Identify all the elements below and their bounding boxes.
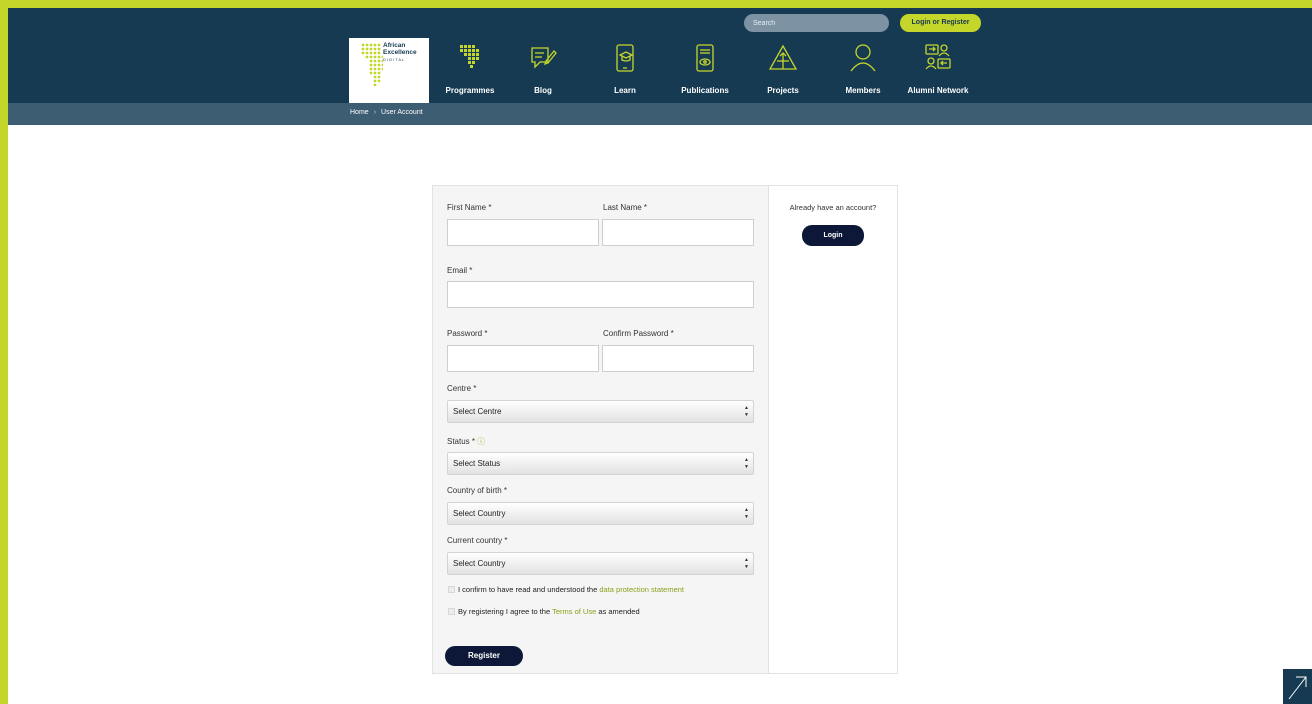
status-select[interactable]: Select Status ▲ ▼ [447, 452, 754, 475]
nav-projects[interactable]: Projects [758, 43, 808, 98]
terms-checkbox[interactable] [448, 608, 455, 615]
blog-icon [531, 47, 557, 69]
nav-members[interactable]: Members [838, 43, 888, 98]
select-arrows-icon: ▲ ▼ [744, 457, 749, 470]
projects-icon [768, 44, 798, 70]
registration-form: First Name * Last Name * Email * Passwor… [433, 186, 769, 673]
data-protection-text: I confirm to have read and understood th… [458, 585, 684, 594]
arrow-up-icon [1288, 676, 1307, 700]
page: Login or Register African [8, 8, 1312, 704]
country-of-birth-label: Country of birth * [447, 486, 508, 495]
centre-label: Centre * [447, 384, 477, 393]
password-field[interactable] [447, 345, 599, 372]
status-select-value: Select Status [453, 459, 501, 468]
terms-of-use-link[interactable]: Terms of Use [552, 607, 596, 616]
first-name-label: First Name * [447, 203, 492, 212]
nav-label: Learn [614, 86, 636, 95]
logo-subtitle: DIGITAL [383, 57, 406, 62]
select-arrows-icon: ▲ ▼ [744, 507, 749, 520]
nav-label: Programmes [445, 86, 495, 95]
africa-dots-logo-icon [361, 43, 383, 87]
login-or-register-button[interactable]: Login or Register [900, 14, 981, 32]
nav-alumni-network[interactable]: Alumni Network [900, 43, 976, 98]
first-name-field[interactable] [447, 219, 599, 246]
select-arrows-icon: ▲ ▼ [744, 405, 749, 418]
data-protection-checkbox[interactable] [448, 586, 455, 593]
select-arrows-icon: ▲ ▼ [744, 557, 749, 570]
login-button[interactable]: Login [802, 225, 864, 246]
terms-text: By registering I agree to the Terms of U… [458, 607, 640, 616]
registration-card: First Name * Last Name * Email * Passwor… [432, 185, 898, 674]
breadcrumb-current: User Account [381, 109, 423, 116]
site-header: Login or Register African [8, 8, 1312, 103]
last-name-label: Last Name * [603, 203, 648, 212]
confirm-password-label: Confirm Password * [603, 329, 674, 338]
search-input[interactable] [744, 14, 889, 32]
last-name-field[interactable] [602, 219, 754, 246]
nav-label: Blog [534, 86, 552, 95]
breadcrumb: Home › User Account [350, 109, 423, 116]
status-label: Status * ⓘ [447, 437, 486, 446]
nav-label: Projects [767, 86, 799, 95]
nav-label: Members [845, 86, 881, 95]
nav-programmes[interactable]: Programmes [440, 43, 500, 98]
password-label: Password * [447, 329, 488, 338]
site-logo[interactable]: African Excellence DIGITAL [349, 38, 429, 103]
current-country-value: Select Country [453, 559, 506, 568]
logo-wordmark: African Excellence [383, 42, 417, 56]
already-have-account-text: Already have an account? [789, 203, 877, 212]
centre-select-value: Select Centre [453, 407, 502, 416]
nav-publications[interactable]: Publications [670, 43, 740, 98]
learn-icon [616, 44, 634, 72]
breadcrumb-separator: › [373, 109, 377, 116]
register-button[interactable]: Register [445, 646, 523, 666]
alumni-network-icon [925, 44, 951, 70]
current-country-select[interactable]: Select Country ▲ ▼ [447, 552, 754, 575]
breadcrumb-bar: Home › User Account [8, 103, 1312, 125]
publications-icon [696, 44, 714, 72]
email-label: Email * [447, 266, 473, 275]
breadcrumb-home-link[interactable]: Home [350, 109, 369, 116]
current-country-label: Current country * [447, 536, 508, 545]
login-panel: Already have an account? Login [769, 186, 897, 673]
email-field[interactable] [447, 281, 754, 308]
nav-label: Publications [681, 86, 729, 95]
africa-map-icon [460, 45, 479, 68]
centre-select[interactable]: Select Centre ▲ ▼ [447, 400, 754, 423]
country-of-birth-select[interactable]: Select Country ▲ ▼ [447, 502, 754, 525]
data-protection-link[interactable]: data protection statement [599, 585, 684, 594]
nav-blog[interactable]: Blog [518, 43, 568, 98]
country-of-birth-value: Select Country [453, 509, 506, 518]
nav-label: Alumni Network [907, 86, 969, 95]
nav-learn[interactable]: Learn [600, 43, 650, 98]
confirm-password-field[interactable] [602, 345, 754, 372]
info-icon[interactable]: ⓘ [477, 437, 485, 446]
members-icon [850, 44, 876, 72]
scroll-to-top-button[interactable] [1283, 669, 1312, 704]
